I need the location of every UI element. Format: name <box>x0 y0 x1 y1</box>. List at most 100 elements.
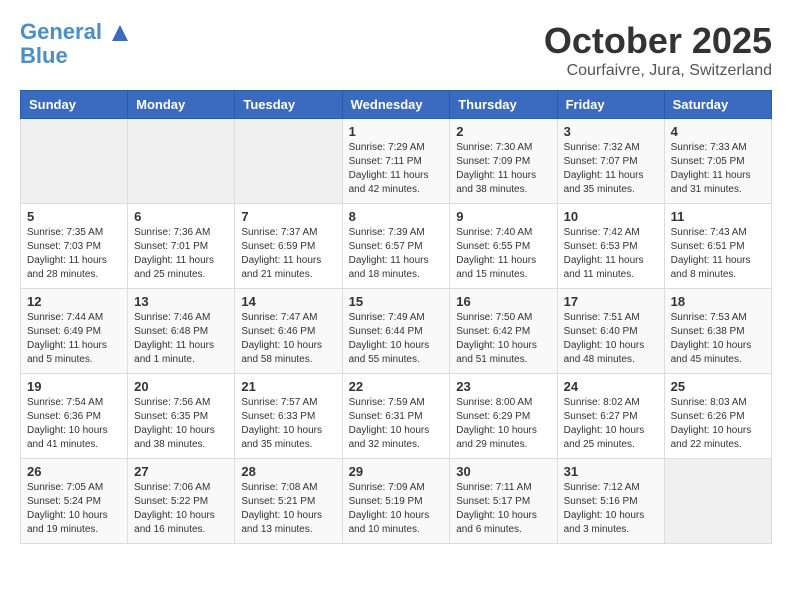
day-info: Sunrise: 7:43 AM Sunset: 6:51 PM Dayligh… <box>671 226 765 282</box>
calendar-table: SundayMondayTuesdayWednesdayThursdayFrid… <box>20 90 772 544</box>
day-cell: 3Sunrise: 7:32 AM Sunset: 7:07 PM Daylig… <box>557 119 664 204</box>
day-cell <box>235 119 342 204</box>
day-cell: 26 Sunrise: 7:05 AM Sunset: 5:24 PM Dayli… <box>21 459 128 544</box>
day-cell: 23 Sunrise: 8:00 AM Sunset: 6:29 PM Dayli… <box>450 374 557 459</box>
day-cell: 4 Sunrise: 7:33 AM Sunset: 7:05 PM Daylig… <box>664 119 771 204</box>
logo-blue: Blue <box>20 43 68 68</box>
day-number: 14 <box>241 294 335 309</box>
day-info: Sunrise: 7:57 AM Sunset: 6:33 PM Dayligh… <box>241 396 335 452</box>
day-cell: 1 Sunrise: 7:29 AM Sunset: 7:11 PM Daylig… <box>342 119 450 204</box>
day-cell <box>664 459 771 544</box>
day-info: Sunrise: 7:08 AM Sunset: 5:21 PM Dayligh… <box>241 481 335 537</box>
day-info: Sunrise: 7:54 AM Sunset: 6:36 PM Dayligh… <box>27 396 121 452</box>
day-cell: 20 Sunrise: 7:56 AM Sunset: 6:35 PM Dayli… <box>128 374 235 459</box>
column-header-wednesday: Wednesday <box>342 91 450 119</box>
day-number: 19 <box>27 379 121 394</box>
day-cell: 21 Sunrise: 7:57 AM Sunset: 6:33 PM Dayli… <box>235 374 342 459</box>
day-cell: 2Sunrise: 7:30 AM Sunset: 7:09 PM Daylig… <box>450 119 557 204</box>
day-info: Sunrise: 7:50 AM Sunset: 6:42 PM Dayligh… <box>456 311 550 367</box>
header-row: SundayMondayTuesdayWednesdayThursdayFrid… <box>21 91 772 119</box>
day-number: 12 <box>27 294 121 309</box>
day-number: 7 <box>241 209 335 224</box>
day-cell: 30 Sunrise: 7:11 AM Sunset: 5:17 PM Dayli… <box>450 459 557 544</box>
day-number: 16 <box>456 294 550 309</box>
day-info: Sunrise: 8:00 AM Sunset: 6:29 PM Dayligh… <box>456 396 550 452</box>
day-info: Sunrise: 7:30 AM Sunset: 7:09 PM Dayligh… <box>456 141 550 197</box>
logo-icon <box>110 23 130 43</box>
day-info: Sunrise: 7:09 AM Sunset: 5:19 PM Dayligh… <box>349 481 444 537</box>
day-info: Sunrise: 7:42 AM Sunset: 6:53 PM Dayligh… <box>564 226 658 282</box>
day-number: 5 <box>27 209 121 224</box>
day-cell: 25 Sunrise: 8:03 AM Sunset: 6:26 PM Dayli… <box>664 374 771 459</box>
title-block: October 2025 Courfaivre, Jura, Switzerla… <box>544 20 772 80</box>
day-number: 3 <box>564 124 658 139</box>
logo: General Blue <box>20 20 130 68</box>
day-info: Sunrise: 7:11 AM Sunset: 5:17 PM Dayligh… <box>456 481 550 537</box>
day-info: Sunrise: 8:03 AM Sunset: 6:26 PM Dayligh… <box>671 396 765 452</box>
day-number: 13 <box>134 294 228 309</box>
day-cell: 8 Sunrise: 7:39 AM Sunset: 6:57 PM Daylig… <box>342 204 450 289</box>
day-number: 9 <box>456 209 550 224</box>
day-cell: 10Sunrise: 7:42 AM Sunset: 6:53 PM Dayli… <box>557 204 664 289</box>
week-row-3: 12 Sunrise: 7:44 AM Sunset: 6:49 PM Dayli… <box>21 289 772 374</box>
day-info: Sunrise: 7:49 AM Sunset: 6:44 PM Dayligh… <box>349 311 444 367</box>
day-number: 20 <box>134 379 228 394</box>
day-info: Sunrise: 7:12 AM Sunset: 5:16 PM Dayligh… <box>564 481 658 537</box>
day-number: 22 <box>349 379 444 394</box>
day-number: 15 <box>349 294 444 309</box>
day-cell <box>128 119 235 204</box>
day-cell: 17Sunrise: 7:51 AM Sunset: 6:40 PM Dayli… <box>557 289 664 374</box>
day-cell: 18Sunrise: 7:53 AM Sunset: 6:38 PM Dayli… <box>664 289 771 374</box>
column-header-sunday: Sunday <box>21 91 128 119</box>
page-header: General Blue October 2025 Courfaivre, Ju… <box>20 20 772 80</box>
location-subtitle: Courfaivre, Jura, Switzerland <box>544 62 772 80</box>
day-number: 4 <box>671 124 765 139</box>
day-cell <box>21 119 128 204</box>
day-cell: 13 Sunrise: 7:46 AM Sunset: 6:48 PM Dayli… <box>128 289 235 374</box>
day-number: 1 <box>349 124 444 139</box>
day-number: 23 <box>456 379 550 394</box>
column-header-thursday: Thursday <box>450 91 557 119</box>
day-cell: 29 Sunrise: 7:09 AM Sunset: 5:19 PM Dayli… <box>342 459 450 544</box>
day-number: 6 <box>134 209 228 224</box>
day-cell: 27 Sunrise: 7:06 AM Sunset: 5:22 PM Dayli… <box>128 459 235 544</box>
column-header-friday: Friday <box>557 91 664 119</box>
day-info: Sunrise: 7:46 AM Sunset: 6:48 PM Dayligh… <box>134 311 228 367</box>
day-number: 25 <box>671 379 765 394</box>
day-number: 21 <box>241 379 335 394</box>
day-cell: 5 Sunrise: 7:35 AM Sunset: 7:03 PM Daylig… <box>21 204 128 289</box>
column-header-tuesday: Tuesday <box>235 91 342 119</box>
day-number: 26 <box>27 464 121 479</box>
day-info: Sunrise: 7:29 AM Sunset: 7:11 PM Dayligh… <box>349 141 444 197</box>
column-header-monday: Monday <box>128 91 235 119</box>
week-row-2: 5 Sunrise: 7:35 AM Sunset: 7:03 PM Daylig… <box>21 204 772 289</box>
day-number: 29 <box>349 464 444 479</box>
day-info: Sunrise: 7:44 AM Sunset: 6:49 PM Dayligh… <box>27 311 121 367</box>
day-info: Sunrise: 7:56 AM Sunset: 6:35 PM Dayligh… <box>134 396 228 452</box>
week-row-5: 26 Sunrise: 7:05 AM Sunset: 5:24 PM Dayli… <box>21 459 772 544</box>
day-info: Sunrise: 7:59 AM Sunset: 6:31 PM Dayligh… <box>349 396 444 452</box>
column-header-saturday: Saturday <box>664 91 771 119</box>
day-info: Sunrise: 7:33 AM Sunset: 7:05 PM Dayligh… <box>671 141 765 197</box>
day-number: 8 <box>349 209 444 224</box>
day-cell: 19 Sunrise: 7:54 AM Sunset: 6:36 PM Dayli… <box>21 374 128 459</box>
day-number: 31 <box>564 464 658 479</box>
logo-general: General <box>20 19 102 44</box>
day-info: Sunrise: 8:02 AM Sunset: 6:27 PM Dayligh… <box>564 396 658 452</box>
day-cell: 7 Sunrise: 7:37 AM Sunset: 6:59 PM Daylig… <box>235 204 342 289</box>
day-cell: 15 Sunrise: 7:49 AM Sunset: 6:44 PM Dayli… <box>342 289 450 374</box>
day-info: Sunrise: 7:06 AM Sunset: 5:22 PM Dayligh… <box>134 481 228 537</box>
day-cell: 31 Sunrise: 7:12 AM Sunset: 5:16 PM Dayli… <box>557 459 664 544</box>
day-info: Sunrise: 7:36 AM Sunset: 7:01 PM Dayligh… <box>134 226 228 282</box>
day-cell: 12 Sunrise: 7:44 AM Sunset: 6:49 PM Dayli… <box>21 289 128 374</box>
day-number: 17 <box>564 294 658 309</box>
day-info: Sunrise: 7:37 AM Sunset: 6:59 PM Dayligh… <box>241 226 335 282</box>
day-number: 30 <box>456 464 550 479</box>
day-info: Sunrise: 7:39 AM Sunset: 6:57 PM Dayligh… <box>349 226 444 282</box>
week-row-1: 1 Sunrise: 7:29 AM Sunset: 7:11 PM Daylig… <box>21 119 772 204</box>
day-info: Sunrise: 7:35 AM Sunset: 7:03 PM Dayligh… <box>27 226 121 282</box>
day-info: Sunrise: 7:05 AM Sunset: 5:24 PM Dayligh… <box>27 481 121 537</box>
day-number: 27 <box>134 464 228 479</box>
day-number: 11 <box>671 209 765 224</box>
day-info: Sunrise: 7:40 AM Sunset: 6:55 PM Dayligh… <box>456 226 550 282</box>
